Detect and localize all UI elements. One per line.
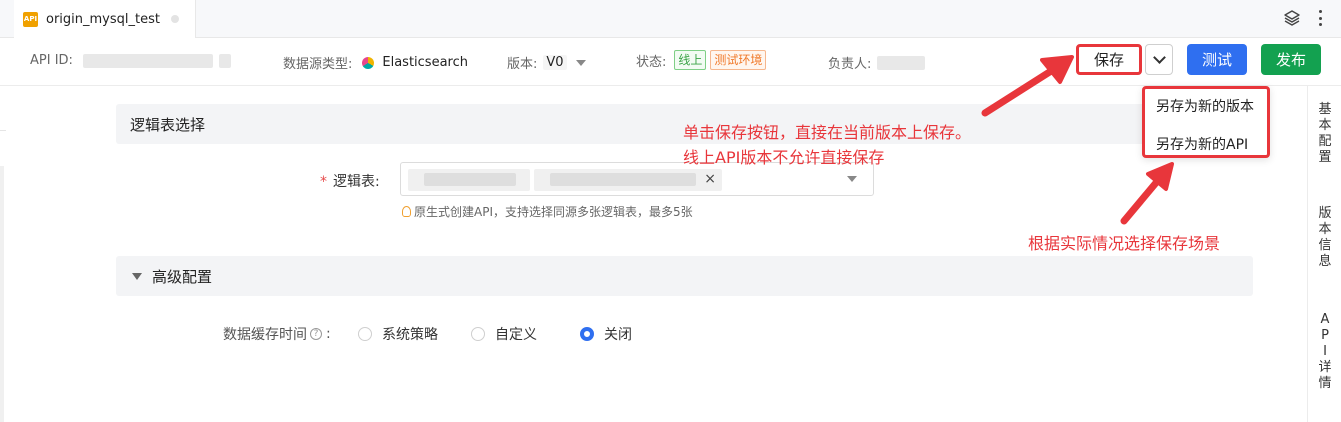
annotation-save-note: 单击保存按钮，直接在当前版本上保存。 线上API版本不允许直接保存: [683, 120, 971, 170]
annotation-line: 单击保存按钮，直接在当前版本上保存。: [683, 123, 972, 142]
annotation-menu-note: 根据实际情况选择保存场景: [1028, 234, 1221, 253]
annotation-line: 线上API版本不允许直接保存: [683, 148, 885, 167]
annotation-arrows: [981, 55, 1174, 225]
